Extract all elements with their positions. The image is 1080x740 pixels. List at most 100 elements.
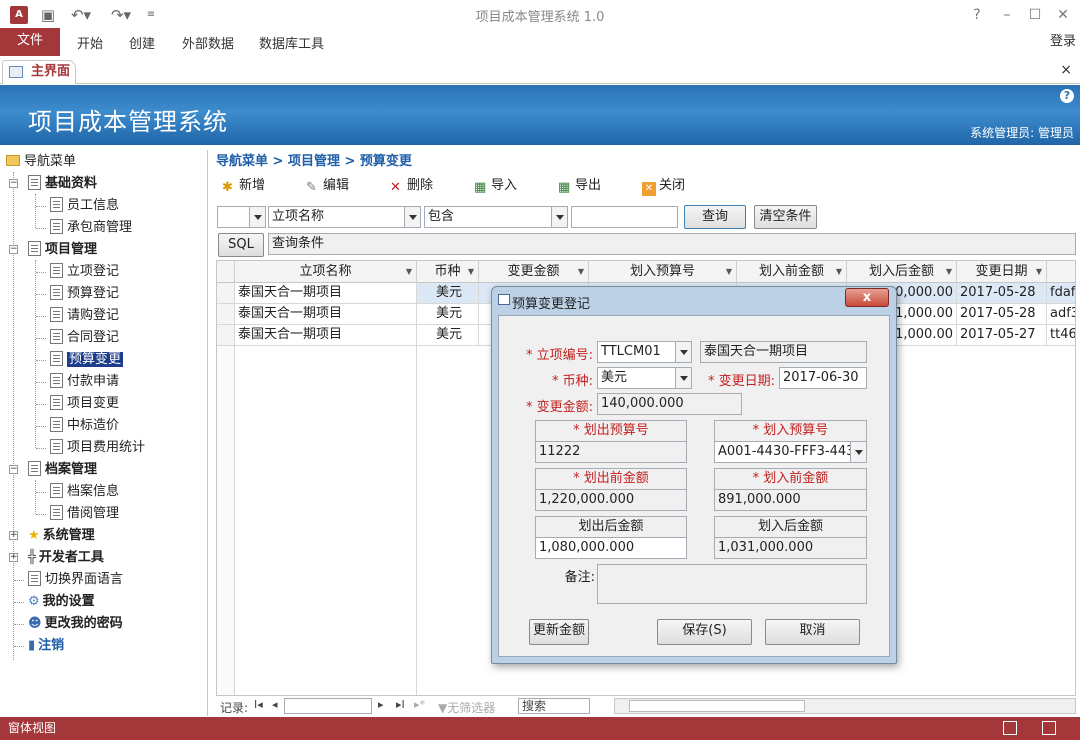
clear-conditions-button[interactable]: 清空条件: [754, 205, 817, 229]
expand-icon[interactable]: +: [9, 531, 18, 540]
nav-group-system-mgmt[interactable]: ★ 系统管理: [28, 525, 95, 547]
nav-item-contract-registration[interactable]: 合同登记: [50, 327, 119, 349]
column-header[interactable]: 变更日期 ▼: [957, 261, 1047, 283]
table-cell[interactable]: 美元: [417, 283, 479, 304]
collapse-icon[interactable]: −: [9, 465, 18, 474]
sql-button[interactable]: SQL: [218, 233, 264, 257]
help-button[interactable]: ?: [962, 4, 992, 26]
sort-arrow-icon[interactable]: ▼: [468, 261, 474, 283]
nav-my-settings[interactable]: ⚙ 我的设置: [28, 591, 95, 613]
last-record-button[interactable]: ▸I: [396, 698, 405, 711]
minimize-button[interactable]: –: [992, 4, 1022, 26]
close-window-button[interactable]: ✕: [1048, 4, 1078, 26]
column-header[interactable]: 划入前金额 ▼: [737, 261, 847, 283]
filter-value-input[interactable]: [571, 206, 678, 228]
out-before-field[interactable]: 1,220,000.000: [535, 489, 687, 511]
nav-logout[interactable]: ▮ 注销: [28, 635, 64, 657]
column-header[interactable]: 立项名称 ▼: [235, 261, 417, 283]
remark-textarea[interactable]: [597, 564, 867, 604]
search-input[interactable]: 搜索: [518, 698, 590, 714]
sort-arrow-icon[interactable]: ▼: [836, 261, 842, 283]
file-tab[interactable]: 文件: [0, 28, 60, 56]
first-record-button[interactable]: I◂: [254, 698, 263, 711]
table-cell[interactable]: 2017-05-27: [957, 325, 1047, 346]
sort-arrow-icon[interactable]: ▼: [946, 261, 952, 283]
close-form-button[interactable]: ✕ 关闭: [642, 176, 685, 196]
nav-group-basic-data[interactable]: 基础资料: [28, 173, 97, 195]
table-cell[interactable]: 美元: [417, 304, 479, 325]
new-button[interactable]: ✱ 新增: [222, 176, 265, 196]
nav-item-borrow-mgmt[interactable]: 借阅管理: [50, 503, 119, 525]
design-view-icon[interactable]: [1042, 721, 1056, 735]
table-cell[interactable]: tt46f: [1047, 325, 1075, 346]
edit-button[interactable]: ✎ 编辑: [306, 176, 349, 196]
nav-switch-language[interactable]: 切换界面语言: [28, 569, 123, 591]
row-selector[interactable]: [217, 325, 235, 346]
table-cell[interactable]: 美元: [417, 325, 479, 346]
query-button[interactable]: 查询: [684, 205, 746, 229]
table-cell[interactable]: 泰国天合一期项目: [235, 283, 417, 304]
nav-change-password[interactable]: ☻ 更改我的密码: [28, 613, 123, 635]
column-header[interactable]: 变更金额 ▼: [479, 261, 589, 283]
in-before-field[interactable]: 891,000.000: [714, 489, 867, 511]
table-cell[interactable]: 2017-05-28: [957, 283, 1047, 304]
in-after-field[interactable]: 1,031,000.000: [714, 537, 867, 559]
sort-arrow-icon[interactable]: ▼: [726, 261, 732, 283]
out-after-field[interactable]: 1,080,000.000: [535, 537, 687, 559]
delete-button[interactable]: ✕ 删除: [390, 176, 433, 196]
select-all-cell[interactable]: [217, 261, 235, 283]
nav-group-project-mgmt[interactable]: 项目管理: [28, 239, 97, 261]
nav-root[interactable]: 导航菜单: [6, 151, 76, 173]
record-number-input[interactable]: [284, 698, 372, 714]
prev-record-button[interactable]: ◂: [272, 698, 278, 711]
nav-item-project-registration[interactable]: 立项登记: [50, 261, 119, 283]
project-no-select[interactable]: TTLCM01: [597, 341, 692, 363]
in-budget-select[interactable]: A001-4430-FFF3-443: [714, 441, 867, 463]
nav-item-project-change[interactable]: 项目变更: [50, 393, 119, 415]
nav-item-payment-request[interactable]: 付款申请: [50, 371, 119, 393]
logic-dropdown[interactable]: [217, 206, 266, 228]
nav-item-budget-change[interactable]: 预算变更: [50, 349, 124, 371]
collapse-icon[interactable]: −: [9, 245, 18, 254]
query-condition-field[interactable]: 查询条件: [268, 233, 1076, 255]
update-amount-button[interactable]: 更新金额: [529, 619, 589, 645]
help-icon[interactable]: ?: [1060, 89, 1074, 103]
nav-item-contractor-mgmt[interactable]: 承包商管理: [50, 217, 132, 239]
currency-select[interactable]: 美元: [597, 367, 692, 389]
row-selector[interactable]: [217, 304, 235, 325]
nav-item-purchase-request[interactable]: 请购登记: [50, 305, 119, 327]
nav-item-bid-price[interactable]: 中标造价: [50, 415, 119, 437]
nav-group-archive-mgmt[interactable]: 档案管理: [28, 459, 97, 481]
nav-item-archive-info[interactable]: 档案信息: [50, 481, 119, 503]
table-cell[interactable]: adf34: [1047, 304, 1075, 325]
cancel-button[interactable]: 取消: [765, 619, 860, 645]
table-cell[interactable]: 泰国天合一期项目: [235, 304, 417, 325]
project-name-field[interactable]: 泰国天合一期项目: [700, 341, 867, 363]
change-amount-field[interactable]: 140,000.000: [597, 393, 742, 415]
column-header[interactable]: [1047, 261, 1075, 283]
out-budget-field[interactable]: 11222: [535, 441, 687, 463]
tab-database-tools[interactable]: 数据库工具: [259, 33, 324, 52]
column-header[interactable]: 币种 ▼: [417, 261, 479, 283]
close-document-button[interactable]: ×: [1060, 62, 1072, 78]
column-header[interactable]: 划入后金额 ▼: [847, 261, 957, 283]
new-record-button[interactable]: ▸*: [414, 698, 425, 711]
sort-arrow-icon[interactable]: ▼: [1036, 261, 1042, 283]
nav-group-developer-tools[interactable]: ╬ 开发者工具: [28, 547, 104, 569]
dialog-close-button[interactable]: x: [845, 288, 889, 307]
tab-create[interactable]: 创建: [129, 33, 155, 52]
nav-item-project-cost-stats[interactable]: 项目费用统计: [50, 437, 145, 459]
tab-main-interface[interactable]: 主界面: [2, 60, 76, 84]
tab-home[interactable]: 开始: [77, 33, 103, 52]
sort-arrow-icon[interactable]: ▼: [406, 261, 412, 283]
change-date-input[interactable]: 2017-06-30: [779, 367, 867, 389]
table-cell[interactable]: 2017-05-28: [957, 304, 1047, 325]
form-view-icon[interactable]: [1003, 721, 1017, 735]
filter-status[interactable]: ▼无筛选器: [438, 699, 495, 716]
column-header[interactable]: 划入预算号 ▼: [589, 261, 737, 283]
nav-item-employee-info[interactable]: 员工信息: [50, 195, 119, 217]
import-button[interactable]: ▦ 导入: [474, 176, 517, 196]
field-dropdown[interactable]: 立项名称: [268, 206, 421, 228]
maximize-button[interactable]: ☐: [1020, 4, 1050, 26]
table-cell[interactable]: 泰国天合一期项目: [235, 325, 417, 346]
